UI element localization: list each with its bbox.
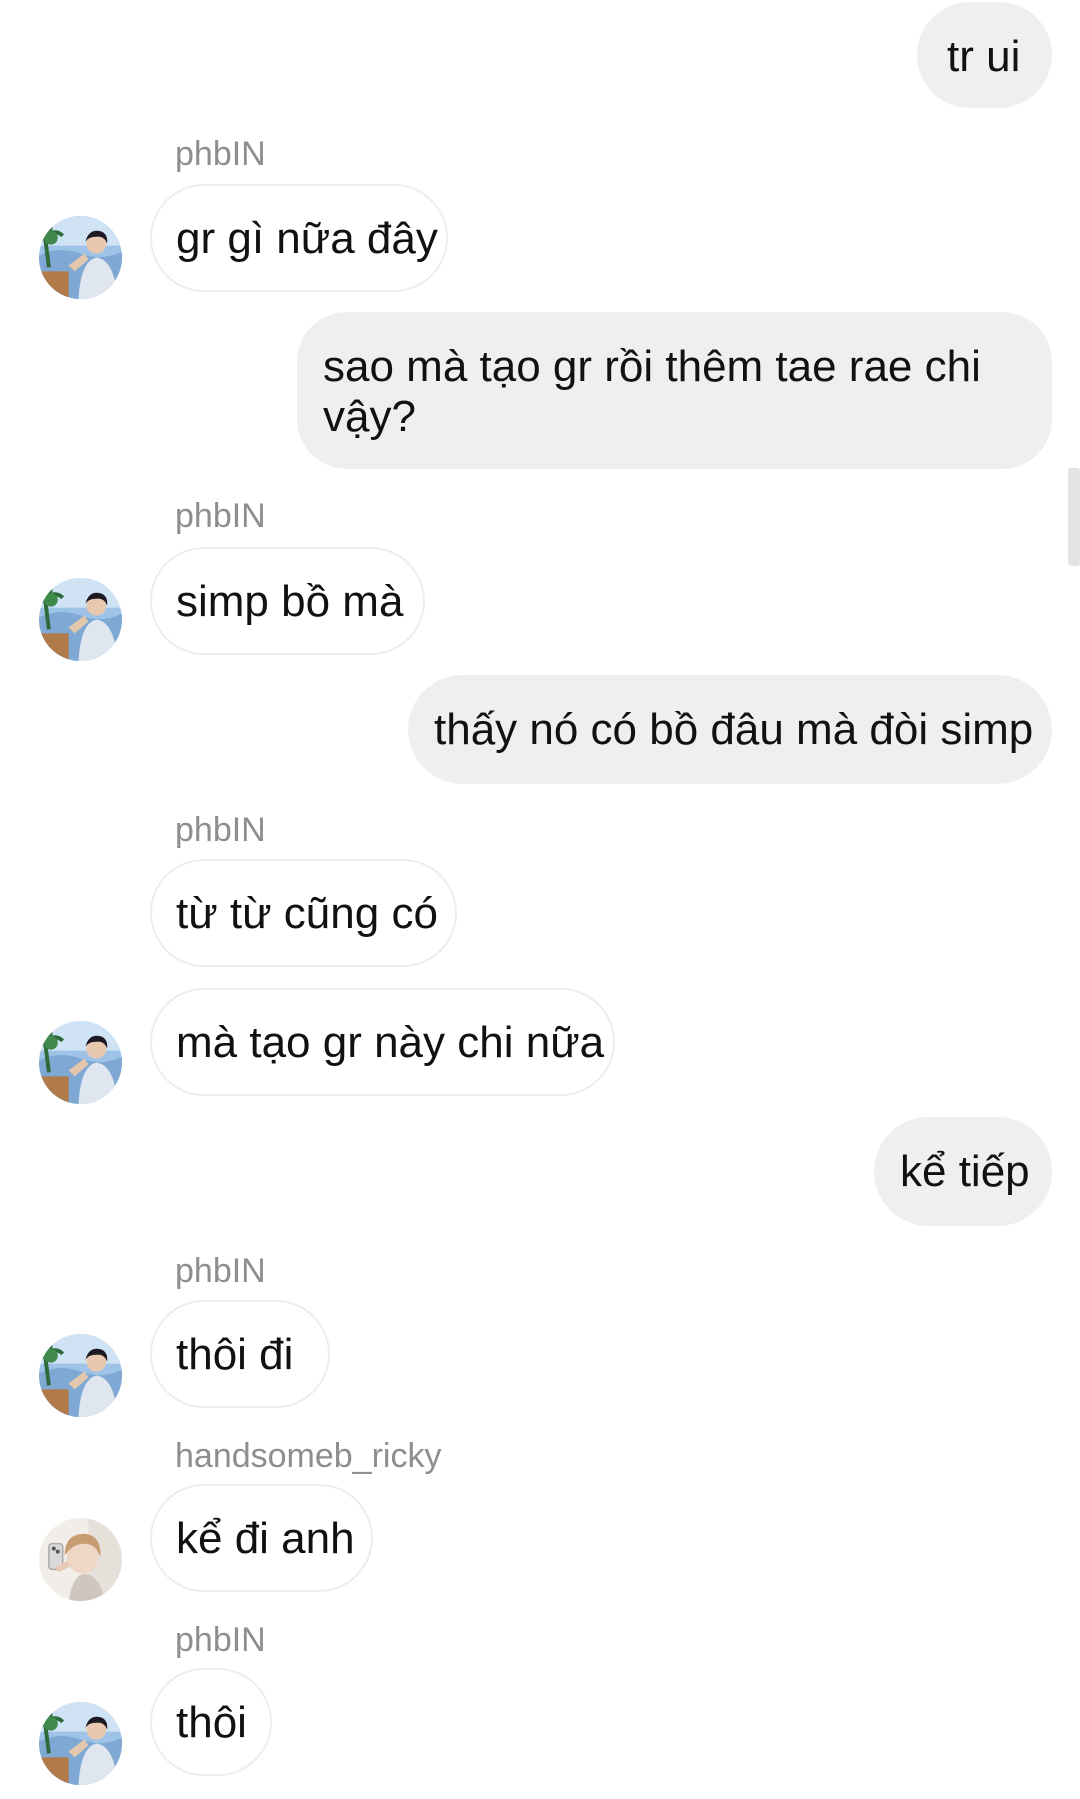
sender-name: phbIN [175, 811, 266, 849]
incoming-message-bubble[interactable]: từ từ cũng có [150, 859, 457, 967]
message-text: thôi [176, 1698, 247, 1747]
scrollbar-thumb[interactable] [1068, 468, 1080, 566]
message-text: sao mà tạo gr rồi thêm tae rae chi vậy? [323, 342, 981, 441]
avatar-phbin-icon[interactable] [39, 216, 122, 299]
sender-name: phbIN [175, 497, 266, 535]
incoming-message-bubble[interactable]: thôi [150, 1668, 272, 1776]
message-text: mà tạo gr này chi nữa [176, 1018, 605, 1067]
incoming-message-bubble[interactable]: gr gì nữa đây [150, 184, 448, 292]
avatar-phbin-icon[interactable] [39, 578, 122, 661]
sender-name: phbIN [175, 135, 266, 173]
incoming-message-bubble[interactable]: simp bồ mà [150, 547, 425, 655]
outgoing-message-bubble[interactable]: kể tiếp [874, 1117, 1052, 1226]
message-text: thôi đi [176, 1330, 294, 1379]
outgoing-message-bubble[interactable]: sao mà tạo gr rồi thêm tae rae chi vậy? [297, 312, 1052, 469]
avatar-phbin-icon[interactable] [39, 1334, 122, 1417]
message-text: thấy nó có bồ đâu mà đòi simp [434, 705, 1034, 754]
sender-name: phbIN [175, 1621, 266, 1659]
message-text: từ từ cũng có [176, 889, 438, 938]
sender-name: handsomeb_ricky [175, 1437, 442, 1475]
avatar-phbin-icon[interactable] [39, 1021, 122, 1104]
message-text: tr ui [947, 32, 1021, 81]
incoming-message-bubble[interactable]: thôi đi [150, 1300, 330, 1408]
outgoing-message-bubble[interactable]: tr ui [917, 2, 1052, 108]
message-text: gr gì nữa đây [176, 214, 438, 263]
message-text: kể đi anh [176, 1514, 355, 1563]
outgoing-message-bubble[interactable]: thấy nó có bồ đâu mà đòi simp [408, 675, 1052, 784]
message-text: simp bồ mà [176, 577, 404, 626]
message-text: kể tiếp [900, 1147, 1030, 1196]
incoming-message-bubble[interactable]: mà tạo gr này chi nữa [150, 988, 615, 1096]
incoming-message-bubble[interactable]: kể đi anh [150, 1484, 373, 1592]
sender-name: phbIN [175, 1252, 266, 1290]
avatar-phbin-icon[interactable] [39, 1702, 122, 1785]
avatar-ricky-icon[interactable] [39, 1518, 122, 1601]
